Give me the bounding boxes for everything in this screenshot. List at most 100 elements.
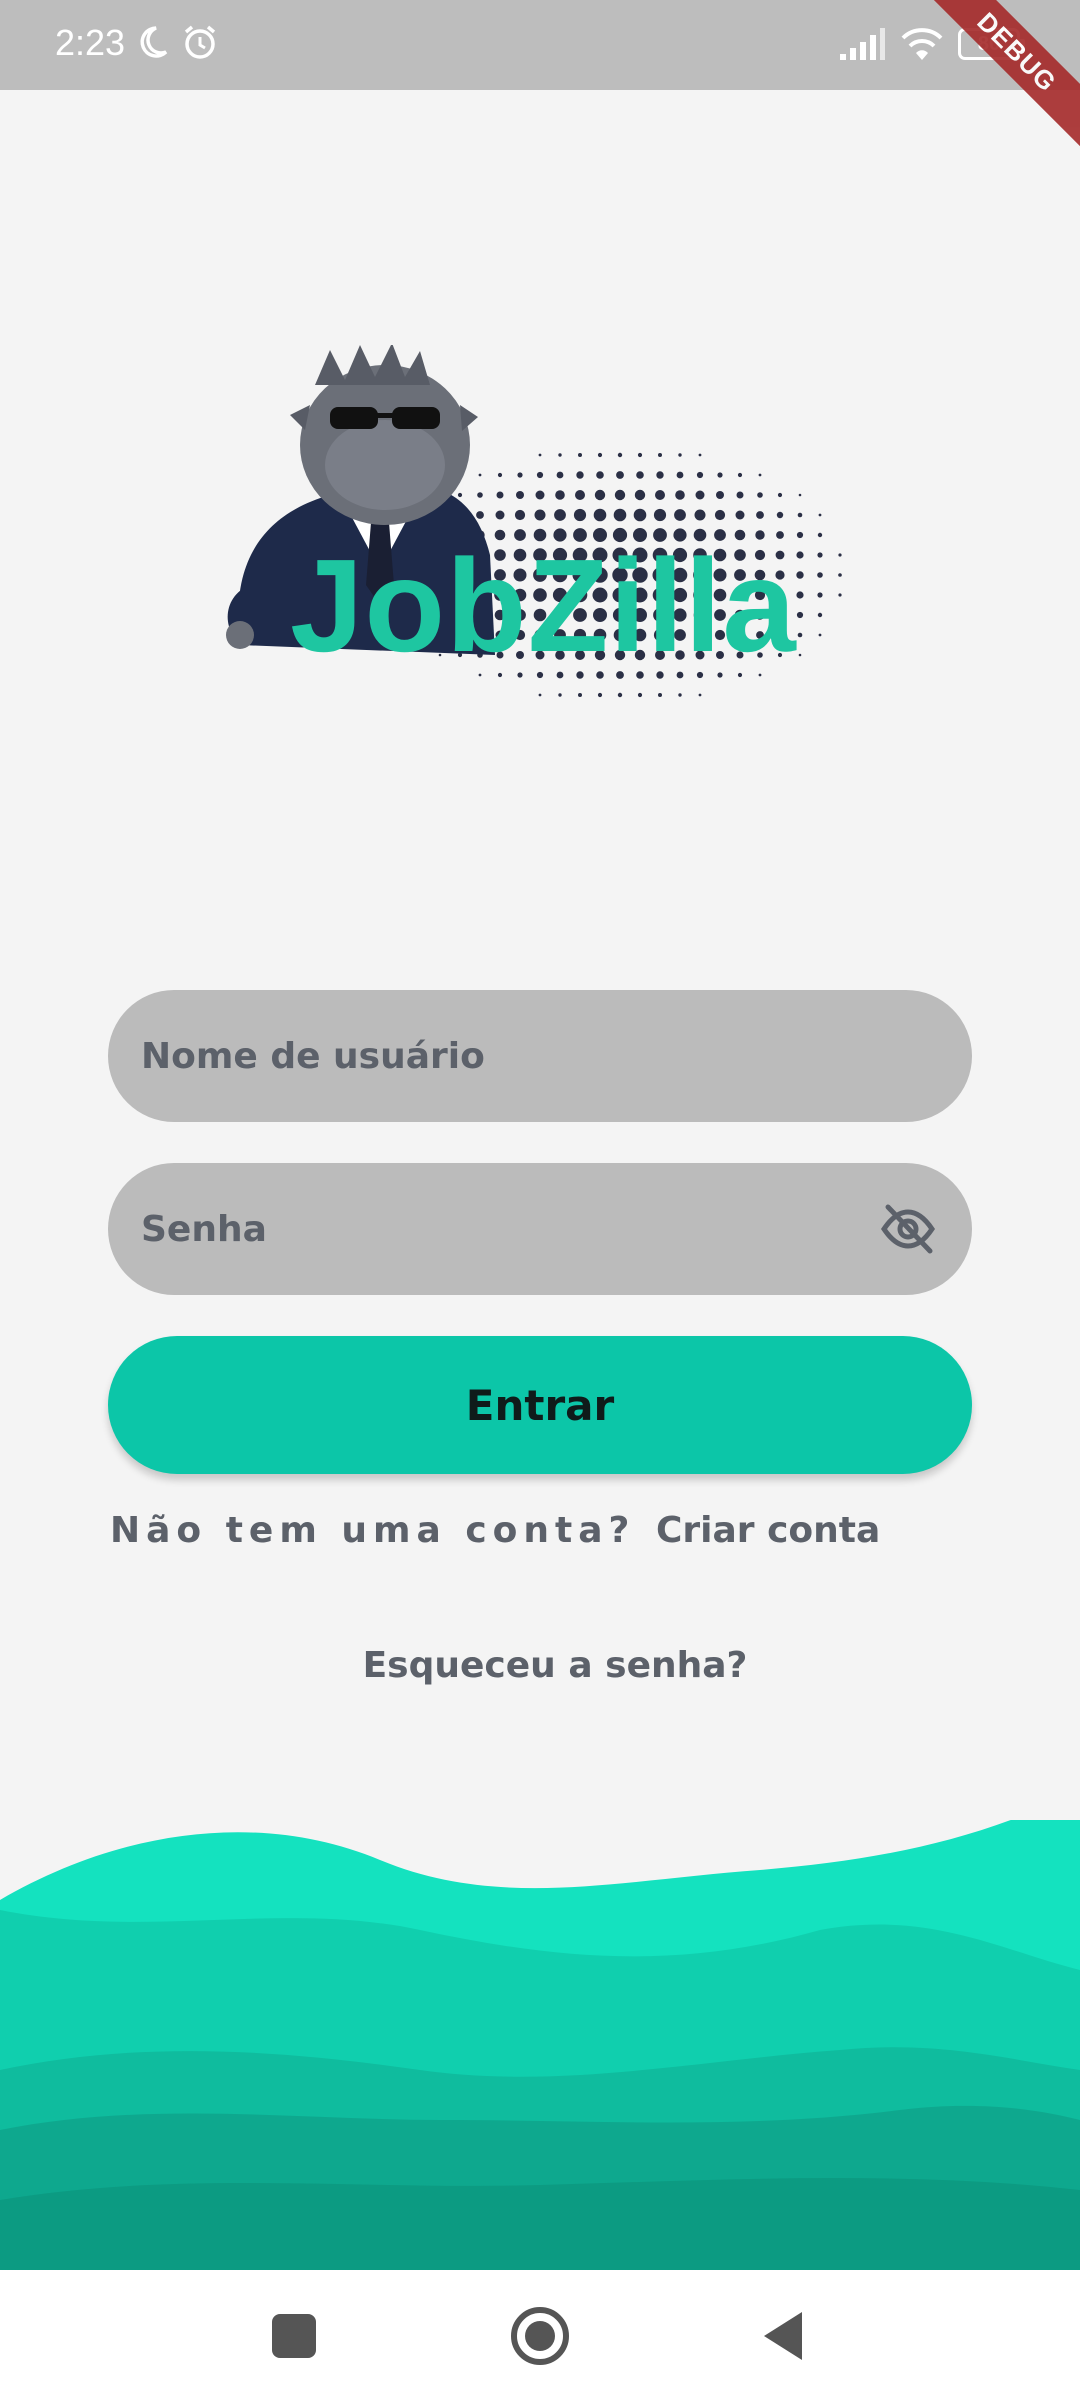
- halftone-dot: [457, 492, 463, 498]
- halftone-dot: [798, 653, 802, 657]
- halftone-dot: [675, 490, 685, 500]
- halftone-dot: [535, 490, 545, 500]
- halftone-dot: [558, 453, 562, 457]
- halftone-dot: [556, 471, 564, 479]
- halftone-dot: [818, 633, 822, 637]
- halftone-dot: [698, 693, 702, 697]
- eye-off-icon[interactable]: [878, 1199, 938, 1259]
- status-bar: 2:23 80 DEBUG: [0, 0, 1080, 156]
- halftone-dot: [658, 453, 662, 457]
- halftone-dot: [757, 492, 763, 498]
- password-field[interactable]: [108, 1163, 972, 1295]
- halftone-dot: [496, 491, 504, 499]
- halftone-dot: [817, 592, 823, 598]
- halftone-dot: [796, 591, 804, 599]
- halftone-dot: [817, 612, 823, 618]
- halftone-dot: [797, 512, 803, 518]
- alarm-icon: [184, 25, 216, 59]
- halftone-dot: [674, 509, 686, 521]
- halftone-dot: [838, 553, 842, 557]
- status-time: 2:23: [55, 22, 126, 63]
- recents-icon[interactable]: [262, 2304, 326, 2368]
- debug-banner: DEBUG: [913, 0, 1080, 156]
- halftone-dot: [653, 508, 667, 522]
- halftone-dot: [613, 508, 627, 522]
- halftone-dot: [554, 509, 566, 521]
- halftone-dot: [756, 511, 764, 519]
- halftone-dot: [558, 693, 562, 697]
- halftone-dot: [676, 471, 684, 479]
- halftone-dot: [694, 509, 706, 521]
- halftone-dot: [758, 473, 762, 477]
- halftone-dot: [796, 571, 804, 579]
- status-left-icons: [132, 22, 220, 62]
- halftone-dot: [714, 509, 726, 521]
- halftone-dot: [777, 492, 783, 498]
- create-account-link[interactable]: Criar conta: [656, 1510, 880, 1551]
- halftone-dot: [517, 472, 523, 478]
- signal-icon: [840, 28, 885, 60]
- signup-prompt: Não tem uma conta?: [110, 1510, 636, 1551]
- halftone-dot: [737, 472, 743, 478]
- halftone-dot: [838, 573, 842, 577]
- halftone-dot: [617, 452, 623, 458]
- halftone-dot: [817, 572, 823, 578]
- halftone-dot: [476, 511, 484, 519]
- halftone-dot: [578, 693, 582, 697]
- moon-icon: [140, 26, 168, 58]
- halftone-dot: [478, 473, 482, 477]
- app-logo: JobZilla: [220, 345, 860, 760]
- login-button[interactable]: Entrar: [108, 1336, 972, 1474]
- halftone-dot: [655, 490, 665, 500]
- halftone-dot: [633, 508, 647, 522]
- halftone-dot: [597, 692, 603, 698]
- forgot-password-link[interactable]: Esqueceu a senha?: [0, 1645, 1080, 1686]
- wifi-icon: [901, 28, 943, 60]
- halftone-dot: [796, 531, 804, 539]
- halftone-dot: [538, 453, 542, 457]
- halftone-dot: [597, 452, 603, 458]
- home-icon[interactable]: [508, 2304, 572, 2368]
- halftone-dot: [596, 471, 604, 479]
- halftone-dot: [593, 508, 607, 522]
- halftone-dot: [797, 632, 803, 638]
- signup-row: Não tem uma conta? Criar conta: [110, 1510, 880, 1551]
- halftone-dot: [818, 513, 822, 517]
- halftone-dot: [578, 453, 582, 457]
- halftone-dot: [776, 511, 784, 519]
- halftone-dot: [716, 491, 724, 499]
- halftone-dot: [495, 510, 505, 520]
- halftone-dot: [534, 509, 546, 521]
- halftone-dot: [516, 491, 524, 499]
- halftone-dot: [798, 493, 802, 497]
- halftone-dot: [594, 489, 606, 501]
- halftone-dot: [636, 471, 644, 479]
- wave-decoration: [0, 1820, 1080, 2270]
- logo-wordmark: JobZilla: [290, 532, 797, 679]
- back-icon[interactable]: [752, 2304, 816, 2368]
- halftone-dot: [717, 472, 723, 478]
- halftone-dot: [573, 508, 587, 522]
- halftone-dot: [695, 490, 705, 500]
- halftone-dot: [817, 532, 823, 538]
- password-input[interactable]: [141, 1163, 901, 1295]
- halftone-dot: [656, 471, 664, 479]
- halftone-dot: [698, 453, 702, 457]
- halftone-dot: [617, 692, 623, 698]
- halftone-dot: [477, 492, 483, 498]
- username-input[interactable]: [141, 990, 901, 1122]
- halftone-dot: [575, 490, 585, 500]
- halftone-dot: [817, 552, 823, 558]
- system-nav-bar: [0, 2270, 1080, 2400]
- halftone-dot: [614, 489, 626, 501]
- halftone-dot: [658, 693, 662, 697]
- halftone-dot: [678, 693, 682, 697]
- halftone-dot: [678, 453, 682, 457]
- username-field[interactable]: [108, 990, 972, 1122]
- halftone-dot: [536, 471, 544, 479]
- halftone-dot: [514, 509, 526, 521]
- halftone-dot: [637, 692, 643, 698]
- halftone-dot: [736, 491, 744, 499]
- halftone-dot: [634, 489, 646, 501]
- halftone-dot: [497, 472, 503, 478]
